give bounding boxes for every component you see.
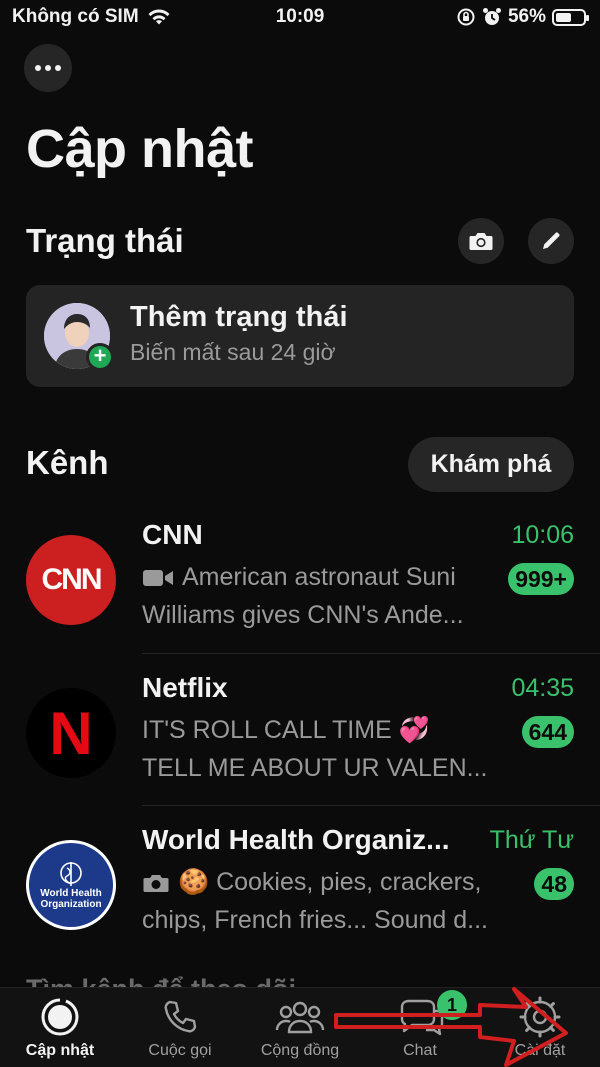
camera-icon <box>469 233 493 250</box>
status-right: 56% <box>456 6 589 28</box>
divider <box>142 653 600 654</box>
battery-percent: 56% <box>507 6 546 27</box>
camera-button[interactable] <box>458 218 504 264</box>
community-icon <box>275 1001 325 1034</box>
tab-label: Chat <box>403 1042 437 1059</box>
channel-time: Thứ Tư <box>489 826 574 854</box>
page-title: Cập nhật <box>26 119 254 179</box>
tab-label: Cài đặt <box>514 1042 566 1059</box>
pencil-icon <box>543 232 560 249</box>
channel-time: 04:35 <box>511 674 574 702</box>
tab-updates[interactable]: Cập nhật <box>0 996 120 1060</box>
channel-preview-line2: chips, French fries... Sound d... <box>142 906 488 934</box>
orientation-lock-icon <box>457 8 475 26</box>
tab-label: Cập nhật <box>25 1042 95 1059</box>
camera-icon <box>143 874 169 892</box>
edit-status-button[interactable] <box>528 218 574 264</box>
cnn-logo: CNN <box>26 535 116 625</box>
unread-badge: 644 <box>521 716 574 748</box>
updates-icon <box>41 998 79 1036</box>
status-bar: Không có SIM 10:09 56% <box>0 0 600 36</box>
channel-preview-line2: TELL ME ABOUT UR VALEN... <box>142 754 488 782</box>
channel-item-netflix[interactable]: N Netflix 04:35 IT'S ROLL CALL TIME 💞 TE… <box>0 658 600 810</box>
phone-icon <box>164 1000 197 1033</box>
tab-label: Cộng đồng <box>260 1042 340 1059</box>
chat-unread-badge: 1 <box>437 990 467 1020</box>
tab-calls[interactable]: Cuộc gọi <box>120 996 240 1060</box>
dot <box>45 65 51 71</box>
status-section-title: Trạng thái <box>26 222 184 259</box>
tab-label: Cuộc gọi <box>148 1042 212 1059</box>
who-emblem-icon <box>60 862 82 886</box>
channel-preview-line1: American astronaut Suni <box>142 563 456 592</box>
channel-preview-line1: 🍪 Cookies, pies, crackers, <box>142 868 481 897</box>
channel-preview-line1: IT'S ROLL CALL TIME 💞 <box>142 716 430 744</box>
more-options-button[interactable] <box>24 44 72 92</box>
add-status-title: Thêm trạng thái <box>130 301 348 333</box>
channel-item-cnn[interactable]: CNN CNN 10:06 American astronaut Suni Wi… <box>0 505 600 657</box>
tab-bar: Cập nhật Cuộc gọi Cộng đồng Chat Cài đặt <box>0 987 600 1067</box>
channels-section-title: Kênh <box>26 444 109 481</box>
tab-settings[interactable]: Cài đặt <box>480 996 600 1060</box>
netflix-logo: N <box>26 688 116 778</box>
unread-badge: 48 <box>534 868 574 900</box>
tab-communities[interactable]: Cộng đồng <box>240 996 360 1060</box>
dot <box>35 65 41 71</box>
add-status-subtitle: Biến mất sau 24 giờ <box>130 339 336 365</box>
channel-preview-line2: Williams gives CNN's Ande... <box>142 601 464 629</box>
alarm-icon <box>482 8 501 25</box>
channel-name: Netflix <box>142 672 228 703</box>
explore-button[interactable]: Khám phá <box>408 437 574 492</box>
who-logo: World Health Organization <box>26 840 116 930</box>
add-status-card[interactable]: + Thêm trạng thái Biến mất sau 24 giờ <box>26 285 574 387</box>
channel-name: World Health Organiz... <box>142 824 450 855</box>
divider <box>142 805 600 806</box>
add-status-plus-icon: + <box>86 343 114 371</box>
gear-icon <box>519 996 561 1038</box>
video-icon <box>143 569 173 586</box>
unread-badge: 999+ <box>508 563 574 595</box>
channel-item-who[interactable]: World Health Organization World Health O… <box>0 810 600 962</box>
channel-name: CNN <box>142 519 203 550</box>
battery-icon <box>552 8 589 26</box>
dot <box>55 65 61 71</box>
channel-time: 10:06 <box>511 521 574 549</box>
